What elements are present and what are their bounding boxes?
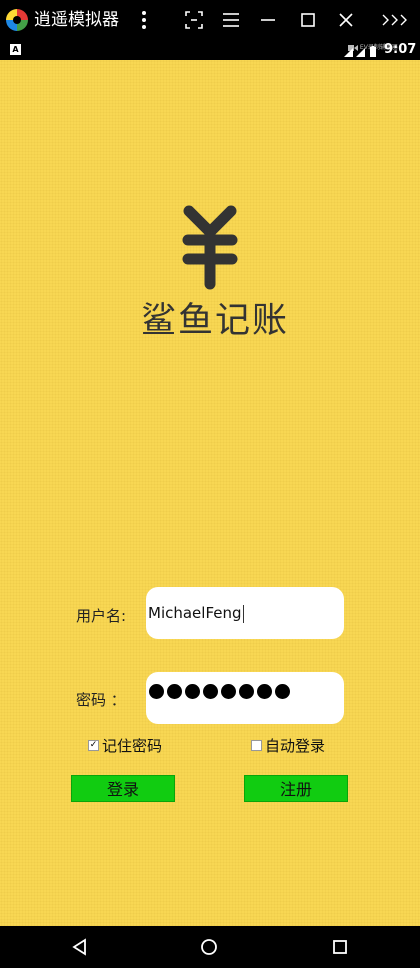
password-dot	[239, 684, 254, 699]
back-icon[interactable]	[70, 937, 90, 957]
signal-battery-icons	[344, 46, 376, 57]
wifi-icon	[344, 48, 353, 57]
checkbox-box[interactable]: ✓	[88, 740, 99, 751]
close-icon[interactable]	[334, 8, 358, 32]
username-label: 用户名:	[76, 607, 127, 625]
password-dot	[203, 684, 218, 699]
minimize-icon[interactable]	[256, 8, 280, 32]
password-dot	[275, 684, 290, 699]
remember-password-label: 记住密码	[102, 737, 163, 755]
menu-icon[interactable]	[219, 8, 243, 32]
password-dot	[149, 684, 164, 699]
checkbox-box[interactable]	[251, 740, 262, 751]
password-input[interactable]	[146, 672, 344, 724]
window-title: 逍遥模拟器	[34, 10, 119, 30]
maximize-icon[interactable]	[296, 8, 320, 32]
auto-login-label: 自动登录	[265, 737, 326, 755]
password-dot	[185, 684, 200, 699]
auto-login-checkbox[interactable]: 自动登录	[251, 735, 325, 756]
signal-icon	[356, 48, 365, 57]
more-options-icon[interactable]	[132, 8, 156, 32]
remember-password-checkbox[interactable]: ✓ 记住密码	[88, 735, 162, 756]
screenshot-icon[interactable]	[182, 8, 206, 32]
emulator-titlebar: 逍遥模拟器	[0, 0, 420, 40]
password-label: 密码 ：	[76, 691, 126, 709]
clock: 9:07	[384, 42, 417, 57]
password-dot	[221, 684, 236, 699]
recents-icon[interactable]	[330, 937, 350, 957]
username-input[interactable]: MichaelFeng	[146, 587, 344, 639]
app-logo-text: 鲨鱼记账	[140, 301, 289, 341]
username-value: MichaelFeng	[148, 604, 242, 622]
status-bar: A EV录制辅助器 9:07	[0, 40, 420, 60]
navigation-bar	[0, 926, 420, 968]
home-icon[interactable]	[199, 937, 219, 957]
login-screen: 鲨鱼记账 用户名: MichaelFeng 密码 ： ✓ 记住密码 自动登录 登…	[0, 60, 420, 926]
login-button[interactable]: 登录	[71, 775, 175, 802]
expand-sidebar-icon[interactable]	[380, 8, 410, 32]
emulator-logo-icon	[6, 9, 28, 31]
battery-icon	[370, 47, 376, 57]
password-dot	[257, 684, 272, 699]
notification-icon: A	[10, 44, 21, 55]
text-cursor	[242, 604, 244, 623]
register-button[interactable]: 注册	[244, 775, 348, 802]
password-mask	[148, 684, 291, 699]
yen-icon	[182, 205, 238, 290]
password-dot	[167, 684, 182, 699]
